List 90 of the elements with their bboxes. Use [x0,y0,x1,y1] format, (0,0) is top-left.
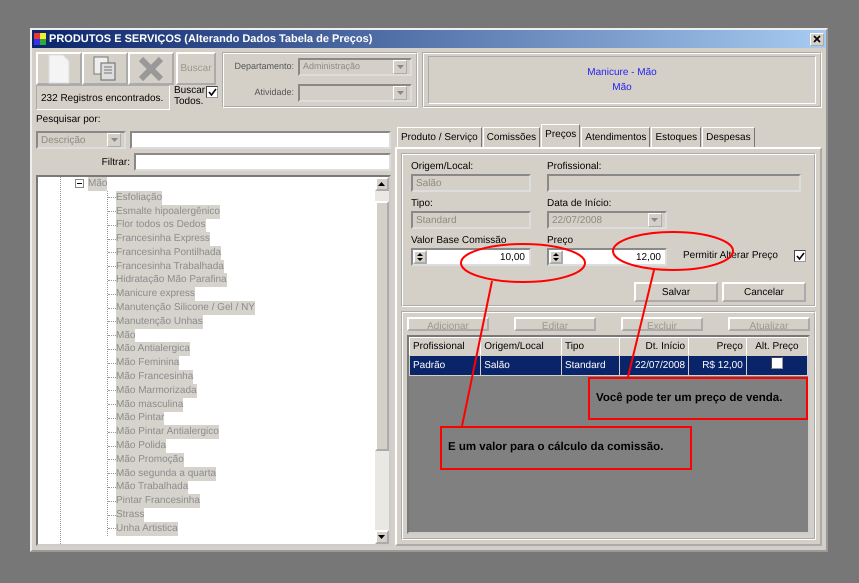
scroll-thumb[interactable] [374,201,389,451]
tree-item[interactable]: Esfoliação [116,190,162,205]
tab[interactable]: Estoques [651,127,702,147]
table-cell: R$ 12,00 [688,356,746,376]
tree-item[interactable]: Mão masculina [116,398,184,412]
tree-item[interactable]: Francesinha Pontilhada [116,246,222,260]
action-button[interactable]: Salvar [634,282,718,302]
origin-field[interactable]: Salão [410,174,531,192]
alt-price-checkbox[interactable] [770,357,783,369]
filter-label: Filtrar: [100,156,130,170]
info-text: Mão [612,81,632,95]
field-label: Preço [546,234,574,248]
table-cell: Salão [480,356,562,376]
allow-price-checkbox[interactable] [794,250,806,262]
tree-item[interactable]: Hidratação Mão Parafina [116,273,227,288]
field-label: Valor Base Comissão [410,234,508,248]
column-header: Preço [688,338,746,356]
app-icon [34,33,46,45]
close-button[interactable] [810,32,824,46]
column-header: Dt. Início [619,338,689,356]
callout-text: Você pode ter um preço de venda. [588,377,808,420]
table-cell: Standard [561,356,620,376]
filter-label: Departamento: [233,60,294,74]
price-field[interactable]: 12,00 [546,248,667,266]
field-label: Tipo: [410,197,434,211]
tree-item[interactable]: Mão Trabalhada [116,480,188,494]
type-field[interactable]: Standard [410,211,531,229]
tree-item[interactable]: Strass [116,508,144,522]
commission-field[interactable]: 10,00 [410,248,531,266]
spinner-icon [548,250,563,264]
tab[interactable]: Preços [541,124,580,147]
document-icon [46,54,72,84]
tree-item[interactable]: Mão [88,177,108,191]
column-header: Profissional [409,338,481,356]
tab[interactable]: Produto / Serviço [396,127,482,147]
record-count: 232 Registros encontrados. [36,85,170,110]
spinner-icon [412,250,427,264]
search-by-label: Pesquisar por: [36,113,102,127]
date-field[interactable]: 22/07/2008 [546,211,667,229]
tree-item[interactable]: Mão segunda a quarta [116,466,216,481]
tree-item[interactable]: Pintar Francesinha [116,494,200,508]
window-title: PRODUTOS E SERVIÇOS (Alterando Dados Tabela de Preços) [49,32,372,47]
tree-item[interactable]: Manicure express [116,287,195,302]
search-all-label: Buscar Todos. [174,85,206,109]
scroll-down-button[interactable] [374,530,389,544]
callout-text: E um valor para o cálculo da comissão. [440,426,692,470]
tab[interactable]: Comissões [482,127,540,147]
filter-label: Atividade: [253,86,294,100]
tree-item[interactable]: Mão Francesinha [116,370,194,384]
info-text: Manicure - Mão [587,66,657,80]
tree-item[interactable]: Mão Pintar [116,411,164,426]
tree-item[interactable]: Mão Feminina [116,356,180,370]
table-cell: Padrão [409,356,481,376]
column-header: Origem/Local [480,338,562,356]
tab[interactable]: Despesas [702,127,755,147]
tree-item[interactable]: Esmalte hipoalergênico [116,204,220,218]
tree-item[interactable]: Mão Polida [116,439,166,454]
delete-button[interactable] [128,52,174,85]
table-cell: 22/07/2008 [619,356,689,376]
professional-field[interactable] [546,174,801,192]
scroll-up-button[interactable] [374,177,389,191]
search-by-dropdown[interactable]: Descrição [36,131,126,149]
field-label: Profissional: [546,160,602,174]
column-header: Tipo [561,338,620,356]
filter-field[interactable] [134,153,391,171]
search-all-checkbox[interactable] [206,86,218,98]
copy-icon [92,54,118,82]
column-header: Alt. Preço [746,338,808,356]
close-icon [137,54,165,82]
close-icon [813,35,821,43]
field-label: Origem/Local: [410,160,474,174]
tree-item[interactable]: Mão [116,328,136,343]
search-field[interactable] [130,131,391,149]
tree-item[interactable]: Mão Pintar Antialergico [116,425,219,440]
tree-item[interactable]: Flor todos os Dedos [116,218,206,232]
copy-button[interactable] [82,52,128,85]
collapse-icon[interactable] [75,179,84,188]
tree-item[interactable]: Mão Promoção [116,452,184,467]
tree-item[interactable]: Francesinha Express [116,232,210,246]
field-label: Data de Início: [546,197,612,211]
down-arrow-icon [378,535,386,539]
tree-item[interactable]: Manutenção Unhas [116,314,203,329]
up-arrow-icon [378,182,386,186]
tree-item[interactable]: Francesinha Trabalhada [116,260,224,274]
tree-item[interactable]: Manutenção Silicone / Gel / NY [116,301,255,316]
action-button[interactable]: Cancelar [722,282,806,302]
tab[interactable]: Atendimentos [581,127,650,147]
tree-item[interactable]: Unha Artistica [116,522,178,536]
tree-item[interactable]: Mão Antialergica [116,342,190,356]
tree-item[interactable]: Mão Marmorizada [116,384,197,398]
